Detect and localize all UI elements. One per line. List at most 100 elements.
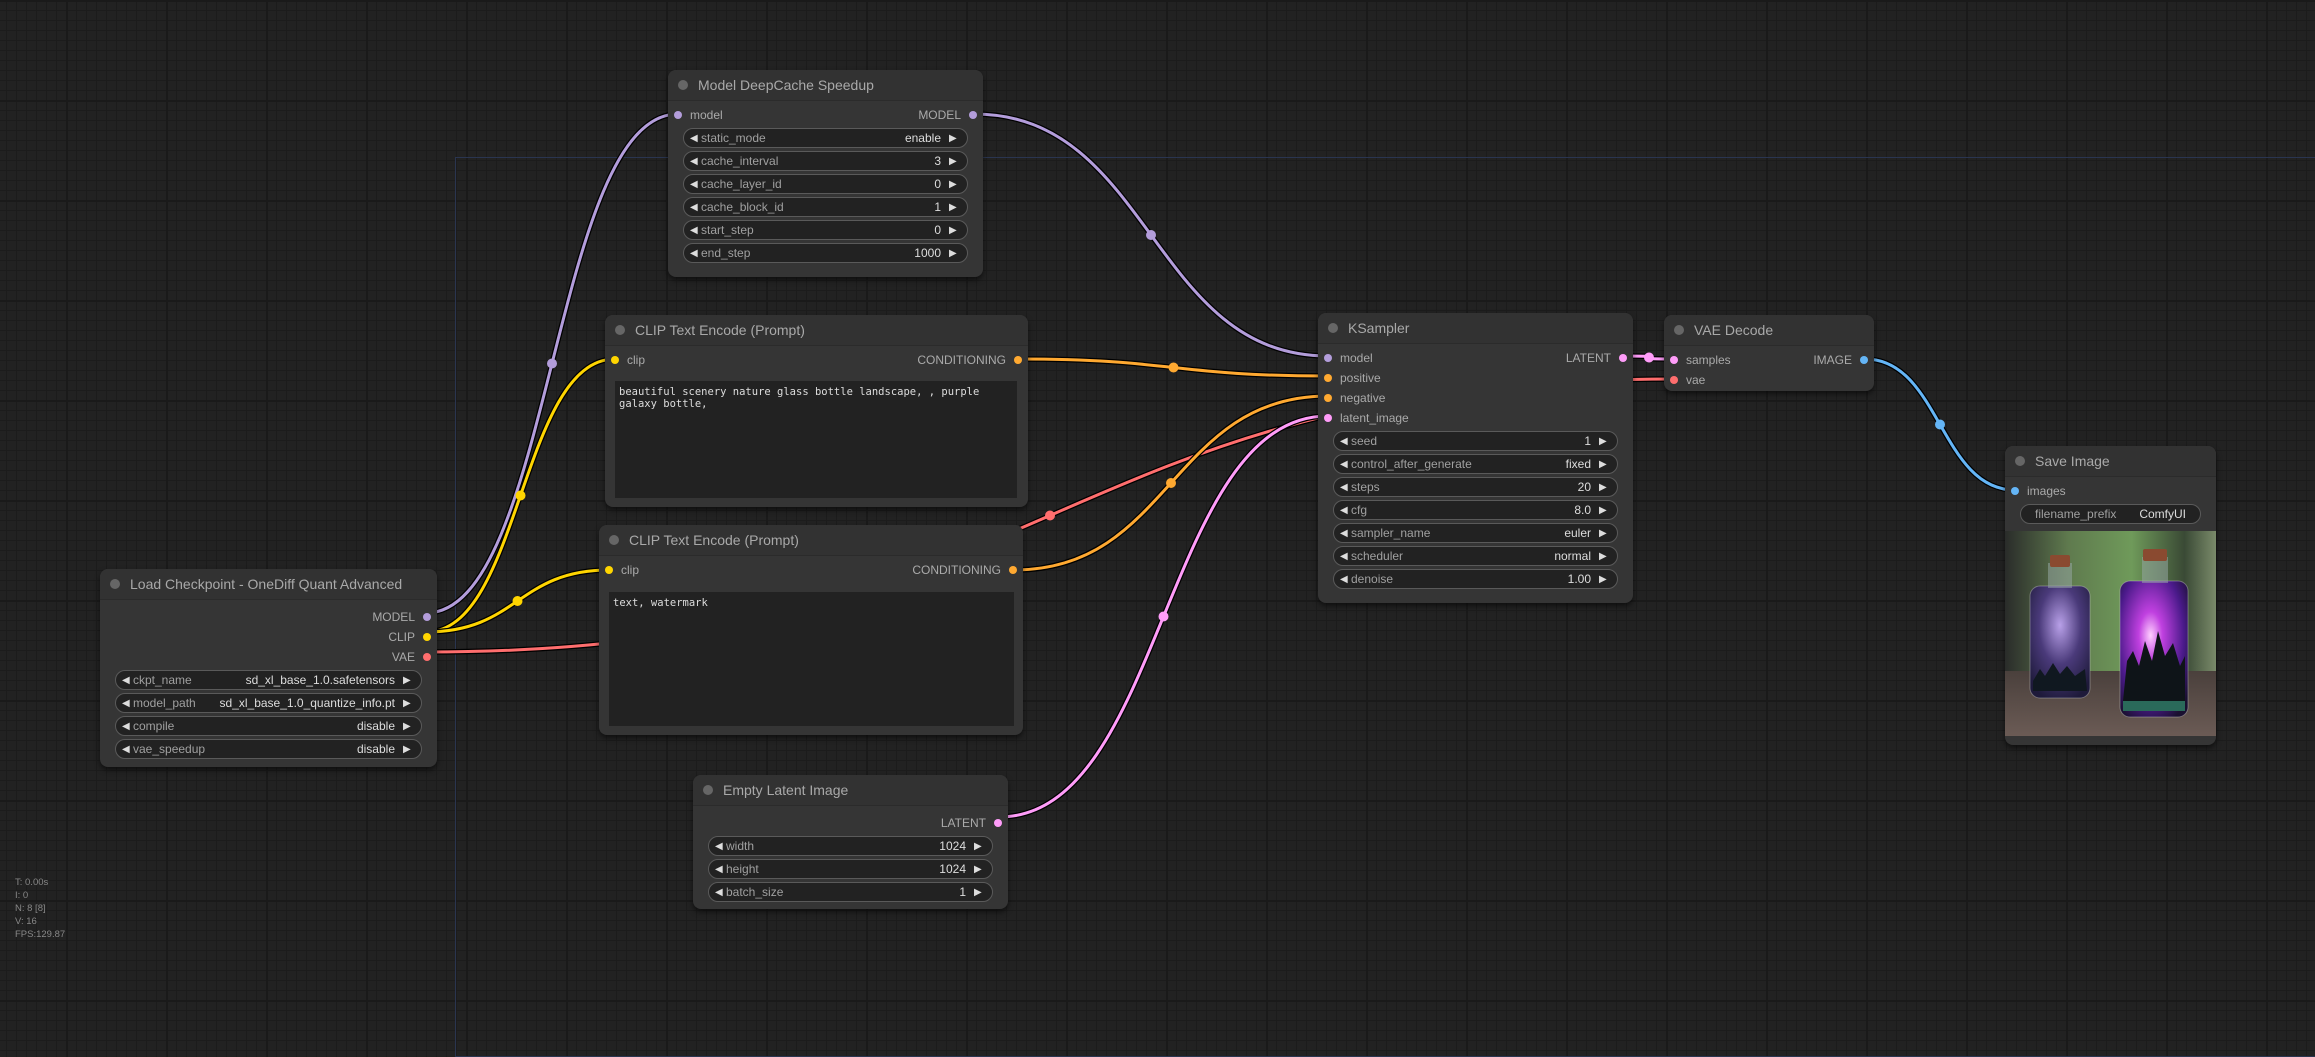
widget-control-after-generate[interactable]: ◀ control_after_generate fixed ▶ — [1333, 454, 1618, 474]
widget-width[interactable]: ◀ width 1024 ▶ — [708, 836, 993, 856]
widget-height[interactable]: ◀ height 1024 ▶ — [708, 859, 993, 879]
node-title-bar[interactable]: VAE Decode — [1664, 315, 1874, 346]
node-title-bar[interactable]: KSampler — [1318, 313, 1633, 344]
widget-vae-speedup[interactable]: ◀ vae_speedup disable ▶ — [115, 739, 422, 759]
widget-cfg[interactable]: ◀ cfg 8.0 ▶ — [1333, 500, 1618, 520]
widget-end-step[interactable]: ◀ end_step 1000 ▶ — [683, 243, 968, 263]
widget-cache-interval[interactable]: ◀ cache_interval 3 ▶ — [683, 151, 968, 171]
widget-ckpt-name[interactable]: ◀ ckpt_name sd_xl_base_1.0.safetensors ▶ — [115, 670, 422, 690]
input-slot-clip[interactable]: clip — [599, 560, 639, 580]
output-slot-vae[interactable]: VAE — [392, 647, 437, 667]
node-load-checkpoint[interactable]: Load Checkpoint - OneDiff Quant Advanced… — [100, 569, 437, 767]
collapse-dot-icon[interactable] — [609, 535, 619, 545]
widget-sampler-name[interactable]: ◀ sampler_name euler ▶ — [1333, 523, 1618, 543]
image-preview[interactable] — [2005, 531, 2216, 736]
link-center-dot-icon[interactable] — [1146, 230, 1156, 240]
increment-arrow-icon[interactable]: ▶ — [403, 675, 412, 686]
widget-model-path[interactable]: ◀ model_path sd_xl_base_1.0_quantize_info.… — [115, 693, 422, 713]
node-clip-text-encode-negative[interactable]: CLIP Text Encode (Prompt) clip CONDITION… — [599, 525, 1023, 735]
latent-pin-icon[interactable] — [994, 819, 1002, 827]
collapse-dot-icon[interactable] — [703, 785, 713, 795]
conditioning-pin-icon[interactable] — [1014, 356, 1022, 364]
node-title-bar[interactable]: Empty Latent Image — [693, 775, 1008, 806]
model-pin-icon[interactable] — [674, 111, 682, 119]
node-title-bar[interactable]: Model DeepCache Speedup — [668, 70, 983, 101]
model-pin-icon[interactable] — [1324, 354, 1332, 362]
decrement-arrow-icon[interactable]: ◀ — [690, 248, 699, 259]
node-title-bar[interactable]: Save Image — [2005, 446, 2216, 477]
latent-pin-icon[interactable] — [1670, 356, 1678, 364]
increment-arrow-icon[interactable]: ▶ — [974, 841, 983, 852]
input-slot-positive[interactable]: positive — [1318, 368, 1381, 388]
node-clip-text-encode-positive[interactable]: CLIP Text Encode (Prompt) clip CONDITION… — [605, 315, 1028, 507]
latent-pin-icon[interactable] — [1324, 414, 1332, 422]
prompt-textarea[interactable] — [609, 592, 1014, 726]
widget-seed[interactable]: ◀ seed 1 ▶ — [1333, 431, 1618, 451]
decrement-arrow-icon[interactable]: ◀ — [122, 675, 131, 686]
increment-arrow-icon[interactable]: ▶ — [1599, 505, 1608, 516]
node-save-image[interactable]: Save Image images filename_prefix ComfyU… — [2005, 446, 2216, 745]
input-slot-latent-image[interactable]: latent_image — [1318, 408, 1409, 428]
model-pin-icon[interactable] — [423, 613, 431, 621]
node-title-bar[interactable]: CLIP Text Encode (Prompt) — [599, 525, 1023, 556]
clip-pin-icon[interactable] — [423, 633, 431, 641]
link-center-dot-icon[interactable] — [515, 490, 526, 501]
link-image-to-save[interactable] — [1863, 357, 2017, 492]
increment-arrow-icon[interactable]: ▶ — [1599, 459, 1608, 470]
conditioning-pin-icon[interactable] — [1324, 394, 1332, 402]
link-center-dot-icon[interactable] — [1166, 478, 1176, 488]
input-slot-samples[interactable]: samples — [1664, 350, 1731, 370]
decrement-arrow-icon[interactable]: ◀ — [1340, 551, 1349, 562]
increment-arrow-icon[interactable]: ▶ — [1599, 574, 1608, 585]
input-slot-model[interactable]: model — [668, 105, 723, 125]
output-slot-model[interactable]: MODEL — [372, 607, 437, 627]
widget-cache-layer-id[interactable]: ◀ cache_layer_id 0 ▶ — [683, 174, 968, 194]
decrement-arrow-icon[interactable]: ◀ — [1340, 436, 1349, 447]
link-center-dot-icon[interactable] — [1158, 611, 1169, 622]
widget-scheduler[interactable]: ◀ scheduler normal ▶ — [1333, 546, 1618, 566]
clip-pin-icon[interactable] — [611, 356, 619, 364]
increment-arrow-icon[interactable]: ▶ — [949, 248, 958, 259]
decrement-arrow-icon[interactable]: ◀ — [715, 841, 724, 852]
conditioning-pin-icon[interactable] — [1009, 566, 1017, 574]
output-slot-conditioning[interactable]: CONDITIONING — [917, 350, 1028, 370]
increment-arrow-icon[interactable]: ▶ — [949, 202, 958, 213]
link-center-dot-icon[interactable] — [1935, 419, 1945, 430]
increment-arrow-icon[interactable]: ▶ — [403, 744, 412, 755]
decrement-arrow-icon[interactable]: ◀ — [122, 698, 131, 709]
increment-arrow-icon[interactable]: ▶ — [1599, 528, 1608, 539]
increment-arrow-icon[interactable]: ▶ — [974, 864, 983, 875]
decrement-arrow-icon[interactable]: ◀ — [1340, 528, 1349, 539]
collapse-dot-icon[interactable] — [615, 325, 625, 335]
clip-pin-icon[interactable] — [605, 566, 613, 574]
increment-arrow-icon[interactable]: ▶ — [949, 156, 958, 167]
widget-compile[interactable]: ◀ compile disable ▶ — [115, 716, 422, 736]
decrement-arrow-icon[interactable]: ◀ — [122, 721, 131, 732]
link-center-dot-icon[interactable] — [547, 358, 557, 369]
decrement-arrow-icon[interactable]: ◀ — [1340, 574, 1349, 585]
node-empty-latent-image[interactable]: Empty Latent Image LATENT ◀ width 1024 ▶ ◀ he… — [693, 775, 1008, 909]
latent-pin-icon[interactable] — [1619, 354, 1627, 362]
decrement-arrow-icon[interactable]: ◀ — [690, 179, 699, 190]
increment-arrow-icon[interactable]: ▶ — [403, 721, 412, 732]
output-slot-image[interactable]: IMAGE — [1813, 350, 1874, 370]
decrement-arrow-icon[interactable]: ◀ — [1340, 482, 1349, 493]
increment-arrow-icon[interactable]: ▶ — [949, 225, 958, 236]
widget-start-step[interactable]: ◀ start_step 0 ▶ — [683, 220, 968, 240]
increment-arrow-icon[interactable]: ▶ — [403, 698, 412, 709]
image-pin-icon[interactable] — [2011, 487, 2019, 495]
decrement-arrow-icon[interactable]: ◀ — [690, 225, 699, 236]
image-pin-icon[interactable] — [1860, 356, 1868, 364]
model-pin-icon[interactable] — [969, 111, 977, 119]
widget-static-mode[interactable]: ◀ static_mode enable ▶ — [683, 128, 968, 148]
node-title-bar[interactable]: Load Checkpoint - OneDiff Quant Advanced — [100, 569, 437, 600]
node-vae-decode[interactable]: VAE Decode samples IMAGE vae — [1664, 315, 1874, 391]
link-clip-to-negative[interactable] — [424, 568, 611, 634]
input-slot-negative[interactable]: negative — [1318, 388, 1385, 408]
increment-arrow-icon[interactable]: ▶ — [1599, 551, 1608, 562]
link-center-dot-icon[interactable] — [1644, 352, 1654, 363]
output-slot-latent[interactable]: LATENT — [1566, 348, 1633, 368]
decrement-arrow-icon[interactable]: ◀ — [715, 887, 724, 898]
widget-steps[interactable]: ◀ steps 20 ▶ — [1333, 477, 1618, 497]
input-slot-model[interactable]: model — [1318, 348, 1373, 368]
